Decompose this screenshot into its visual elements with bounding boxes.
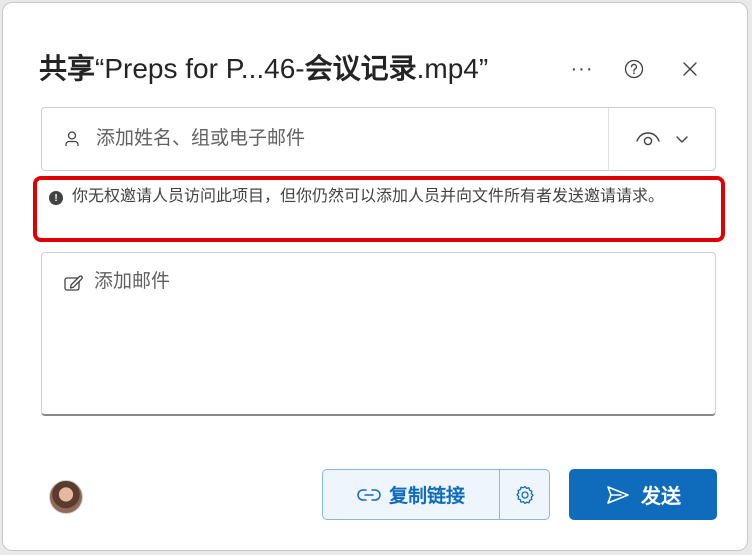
title-filename-start: “Preps for P...46- (95, 53, 305, 84)
help-button[interactable] (616, 51, 652, 87)
title-share-word: 共享 (39, 53, 96, 84)
message-field[interactable] (41, 252, 716, 416)
share-dialog: 共享“Preps for P...46-会议记录.mp4” ··· 添加姓名、组… (2, 2, 748, 551)
more-icon: ··· (570, 57, 594, 80)
copy-link-button[interactable]: 复制链接 (323, 470, 500, 519)
recipient-input-area[interactable] (42, 108, 609, 170)
gear-icon (515, 485, 534, 504)
info-icon: ! (49, 191, 63, 205)
permission-dropdown-button[interactable] (609, 108, 715, 170)
link-icon (357, 488, 381, 501)
send-label: 发送 (641, 486, 681, 508)
dialog-title: 共享“Preps for P...46-会议记录.mp4” (39, 47, 488, 91)
title-filename-middle: 会议记录 (304, 53, 417, 84)
chevron-down-icon (676, 136, 688, 143)
send-icon (607, 485, 629, 504)
message-input[interactable] (94, 269, 694, 389)
notice-text: 你无权邀请人员访问此项目，但你仍然可以添加人员并向文件所有者发送邀请请求。 (72, 188, 665, 205)
title-filename-end: .mp4” (416, 53, 489, 84)
send-button[interactable]: 发送 (569, 469, 717, 520)
recipient-field (41, 107, 716, 171)
compose-icon (64, 275, 83, 291)
eye-icon (636, 132, 660, 146)
copy-link-group: 复制链接 (322, 469, 550, 520)
recipient-input[interactable] (94, 127, 578, 151)
person-icon (65, 131, 79, 146)
help-icon (624, 59, 644, 79)
close-button[interactable] (672, 51, 708, 87)
avatar[interactable] (49, 480, 83, 514)
more-options-button[interactable]: ··· (564, 51, 600, 87)
copy-link-label: 复制链接 (388, 486, 465, 507)
permission-notice: ! 你无权邀请人员访问此项目，但你仍然可以添加人员并向文件所有者发送邀请请求。 (33, 176, 725, 242)
close-icon (683, 62, 697, 76)
link-settings-button[interactable] (500, 470, 549, 519)
